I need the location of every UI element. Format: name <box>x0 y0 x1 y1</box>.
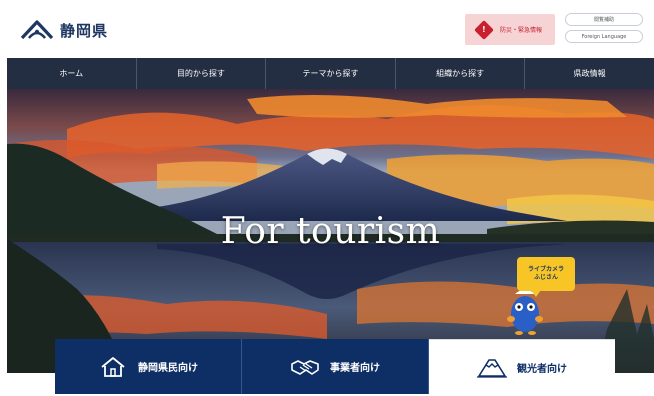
global-nav: ホーム 目的から探す テーマから探す 組織から探す 県政情報 <box>7 58 654 89</box>
audience-tabs: 静岡県民向け 事業者向け 観光者向け <box>55 339 615 394</box>
alert-icon: ! <box>474 19 494 40</box>
hero-banner: For tourism ライブカメラ ふじさん <box>7 89 654 373</box>
accessibility-button[interactable]: 閲覧補助 <box>565 13 643 26</box>
nav-item-home[interactable]: ホーム <box>7 58 137 89</box>
mountain-icon <box>477 359 507 378</box>
site-name: 静岡県 <box>60 21 109 40</box>
foreign-language-button[interactable]: Foreign Language <box>565 30 643 43</box>
handshake-icon <box>291 359 319 375</box>
live-camera-bubble[interactable]: ライブカメラ ふじさん <box>517 257 575 297</box>
nav-item-by-theme[interactable]: テーマから探す <box>266 58 396 89</box>
nav-item-by-organization[interactable]: 組織から探す <box>396 58 526 89</box>
tab-tourists[interactable]: 観光者向け <box>429 339 615 394</box>
prefecture-emblem-icon <box>20 20 54 40</box>
tab-residents[interactable]: 静岡県民向け <box>55 339 242 394</box>
nav-item-by-purpose[interactable]: 目的から探す <box>137 58 267 89</box>
house-icon <box>101 356 125 377</box>
site-logo[interactable]: 静岡県 <box>20 16 108 44</box>
hero-headline: For tourism <box>220 211 441 252</box>
disaster-info-button[interactable]: ! 防災・緊急情報 <box>465 14 555 45</box>
disaster-info-label: 防災・緊急情報 <box>500 27 543 34</box>
tab-businesses[interactable]: 事業者向け <box>242 339 429 394</box>
site-header: 静岡県 ! 防災・緊急情報 閲覧補助 Foreign Language <box>0 0 654 58</box>
nav-item-prefectural-info[interactable]: 県政情報 <box>525 58 654 89</box>
